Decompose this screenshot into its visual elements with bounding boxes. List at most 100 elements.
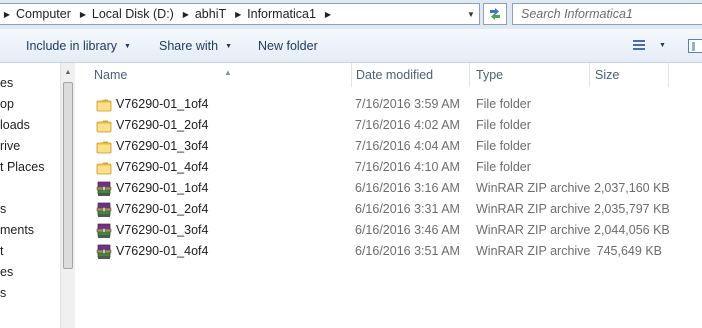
change-view-button[interactable]: ▼ [633, 40, 666, 50]
share-with-button[interactable]: Share with ▼ [159, 39, 232, 53]
file-size: 2,037,160 KB [594, 181, 670, 195]
nav-pane-scrollbar[interactable]: ▲ [60, 63, 75, 328]
explorer-window: ▶ Computer ▶ Local Disk (D:) ▶ abhiT ▶ I… [0, 0, 702, 328]
winrar-archive-icon [96, 244, 112, 260]
file-date-modified: 6/16/2016 3:46 AM [355, 223, 460, 237]
nav-item-videos[interactable]: s [0, 286, 6, 300]
nav-item-downloads[interactable]: loads [0, 118, 30, 132]
breadcrumb-informatica1[interactable]: Informatica1 ▶ [245, 4, 335, 24]
file-type: WinRAR ZIP archive [476, 223, 591, 237]
nav-item-recent-places[interactable]: t Places [0, 160, 44, 174]
file-date-modified: 6/16/2016 3:16 AM [355, 181, 460, 195]
file-row[interactable]: V76290-01_2of4 6/16/2016 3:31 AM WinRAR ZI… [80, 199, 702, 220]
breadcrumb-computer[interactable]: Computer ▶ [14, 4, 90, 24]
breadcrumb-local-disk[interactable]: Local Disk (D:) ▶ [90, 4, 193, 24]
column-header-label[interactable]: Type [476, 68, 503, 82]
file-date-modified: 7/16/2016 4:02 AM [355, 118, 460, 132]
file-date-modified: 7/16/2016 4:04 AM [355, 139, 460, 153]
column-header-date[interactable]: Date modified [350, 63, 470, 87]
file-name[interactable]: V76290-01_4of4 [116, 241, 208, 262]
column-header-size[interactable]: Size [589, 63, 669, 87]
nav-item-favorites[interactable]: es [0, 76, 13, 90]
chevron-right-icon[interactable]: ▶ [0, 10, 14, 19]
file-name[interactable]: V76290-01_1of4 [116, 94, 208, 115]
include-in-library-label[interactable]: Include in library [26, 39, 117, 53]
nav-item-libraries[interactable]: s [0, 202, 6, 216]
chevron-right-icon[interactable]: ▶ [231, 10, 245, 19]
navigation-pane: es op loads rive t Places s ments t es s [0, 63, 60, 328]
address-bar[interactable]: ▶ Computer ▶ Local Disk (D:) ▶ abhiT ▶ I… [0, 3, 480, 25]
dropdown-arrow-icon[interactable]: ▼ [124, 43, 131, 50]
file-list: V76290-01_1of4 7/16/2016 3:59 AM File fold… [80, 94, 702, 262]
file-name-cell[interactable]: V76290-01_3of4 [96, 136, 352, 157]
file-name-cell[interactable]: V76290-01_2of4 [96, 115, 352, 136]
file-name-cell[interactable]: V76290-01_3of4 [96, 220, 352, 241]
breadcrumb-label[interactable]: Informatica1 [245, 7, 321, 21]
nav-item-music[interactable]: t [0, 244, 3, 258]
new-folder-label[interactable]: New folder [258, 39, 318, 53]
scrollbar-thumb[interactable] [63, 82, 73, 269]
file-name[interactable]: V76290-01_3of4 [116, 220, 208, 241]
file-size: 2,044,056 KB [594, 223, 670, 237]
file-name[interactable]: V76290-01_1of4 [116, 178, 208, 199]
nav-item-pictures[interactable]: es [0, 265, 13, 279]
sort-ascending-icon: ▲ [224, 68, 232, 77]
preview-pane-button[interactable] [688, 39, 702, 53]
file-row[interactable]: V76290-01_1of4 7/16/2016 3:59 AM File fold… [80, 94, 702, 115]
include-in-library-button[interactable]: Include in library ▼ [26, 39, 131, 53]
breadcrumb-label[interactable]: Local Disk (D:) [90, 7, 179, 21]
column-header-label[interactable]: Name [94, 68, 127, 82]
scroll-up-icon[interactable]: ▲ [61, 65, 75, 79]
file-row[interactable]: V76290-01_4of4 6/16/2016 3:51 AM WinRAR ZI… [80, 241, 702, 262]
share-with-label[interactable]: Share with [159, 39, 218, 53]
dropdown-arrow-icon[interactable]: ▼ [659, 42, 666, 49]
column-header-name[interactable]: Name ▲ [88, 63, 352, 87]
winrar-archive-icon [96, 223, 112, 239]
chevron-right-icon[interactable]: ▶ [179, 10, 193, 19]
file-date-modified: 7/16/2016 4:10 AM [355, 160, 460, 174]
file-size [594, 136, 662, 157]
chevron-down-icon[interactable]: ▼ [467, 10, 475, 19]
nav-item-documents[interactable]: ments [0, 223, 34, 237]
file-row[interactable]: V76290-01_3of4 7/16/2016 4:04 AM File fold… [80, 136, 702, 157]
column-header-label[interactable]: Date modified [356, 68, 433, 82]
new-folder-button[interactable]: New folder [258, 39, 318, 53]
file-type: WinRAR ZIP archive [476, 202, 591, 216]
breadcrumb-label[interactable]: Computer [14, 7, 76, 21]
file-name-cell[interactable]: V76290-01_2of4 [96, 199, 352, 220]
refresh-button[interactable] [483, 3, 507, 25]
file-name[interactable]: V76290-01_2of4 [116, 115, 208, 136]
breadcrumb-root-chevron[interactable]: ▶ [0, 4, 14, 24]
file-row[interactable]: V76290-01_2of4 7/16/2016 4:02 AM File fold… [80, 115, 702, 136]
file-type: File folder [476, 160, 531, 174]
file-name-cell[interactable]: V76290-01_4of4 [96, 157, 352, 178]
address-history-dropdown[interactable]: ▼ [463, 4, 479, 24]
search-input[interactable]: Search Informatica1 [512, 3, 702, 25]
refresh-icon[interactable] [487, 7, 503, 21]
file-name[interactable]: V76290-01_2of4 [116, 199, 208, 220]
file-row[interactable]: V76290-01_4of4 7/16/2016 4:10 AM File fold… [80, 157, 702, 178]
dropdown-arrow-icon[interactable]: ▼ [225, 43, 232, 50]
column-header-type[interactable]: Type [470, 63, 590, 87]
nav-item-drive[interactable]: rive [0, 139, 20, 153]
file-size: 745,649 KB [596, 244, 662, 258]
chevron-right-icon[interactable]: ▶ [76, 10, 90, 19]
file-name-cell[interactable]: V76290-01_1of4 [96, 178, 352, 199]
breadcrumb-label[interactable]: abhiT [193, 7, 231, 21]
file-name[interactable]: V76290-01_4of4 [116, 157, 208, 178]
file-name-cell[interactable]: V76290-01_1of4 [96, 94, 352, 115]
file-name-cell[interactable]: V76290-01_4of4 [96, 241, 352, 262]
breadcrumb-abhit[interactable]: abhiT ▶ [193, 4, 245, 24]
file-row[interactable]: V76290-01_3of4 6/16/2016 3:46 AM WinRAR ZI… [80, 220, 702, 241]
column-header-label[interactable]: Size [595, 68, 619, 82]
nav-item-desktop[interactable]: op [0, 97, 14, 111]
chevron-right-icon[interactable]: ▶ [321, 10, 335, 19]
file-size [594, 94, 662, 115]
file-row[interactable]: V76290-01_1of4 6/16/2016 3:16 AM WinRAR ZI… [80, 178, 702, 199]
file-size: 2,035,797 KB [594, 202, 670, 216]
file-date-modified: 7/16/2016 3:59 AM [355, 97, 460, 111]
details-view-icon[interactable] [633, 40, 645, 50]
file-name[interactable]: V76290-01_3of4 [116, 136, 208, 157]
file-type: File folder [476, 139, 531, 153]
column-headers: Name ▲ Date modified Type Size [80, 63, 702, 87]
